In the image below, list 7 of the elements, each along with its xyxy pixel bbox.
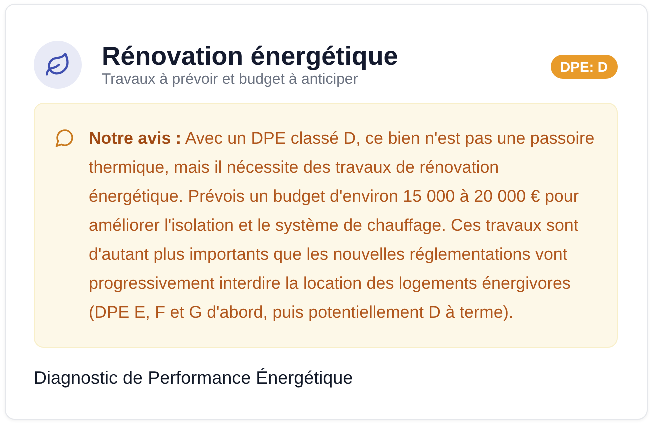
advice-text: Notre avis : Avec un DPE classé D, ce bien n'est pas une passoire thermique, mais il nécessite des travaux de rénovation énergétique. Prévois un budget d'environ 15 000 à 20 000 € pour améliorer l'isolation et le système de chauffage. Ces travaux sont d'autant plus importants que les nouvelles réglementations vont progressivement interdire la location des logements énergivores (DPE E, F et G d'abord, puis potentiellement D à terme). — [89, 128, 596, 324]
dpe-badge: DPE: D — [550, 55, 618, 79]
section-heading: Diagnostic de Performance Énergétique — [34, 368, 354, 389]
leaf-icon — [34, 41, 82, 89]
speech-bubble-icon — [55, 128, 75, 148]
card-subtitle: Travaux à prévoir et budget à anticiper — [102, 71, 360, 89]
card-title: Rénovation énergétique — [102, 41, 400, 71]
